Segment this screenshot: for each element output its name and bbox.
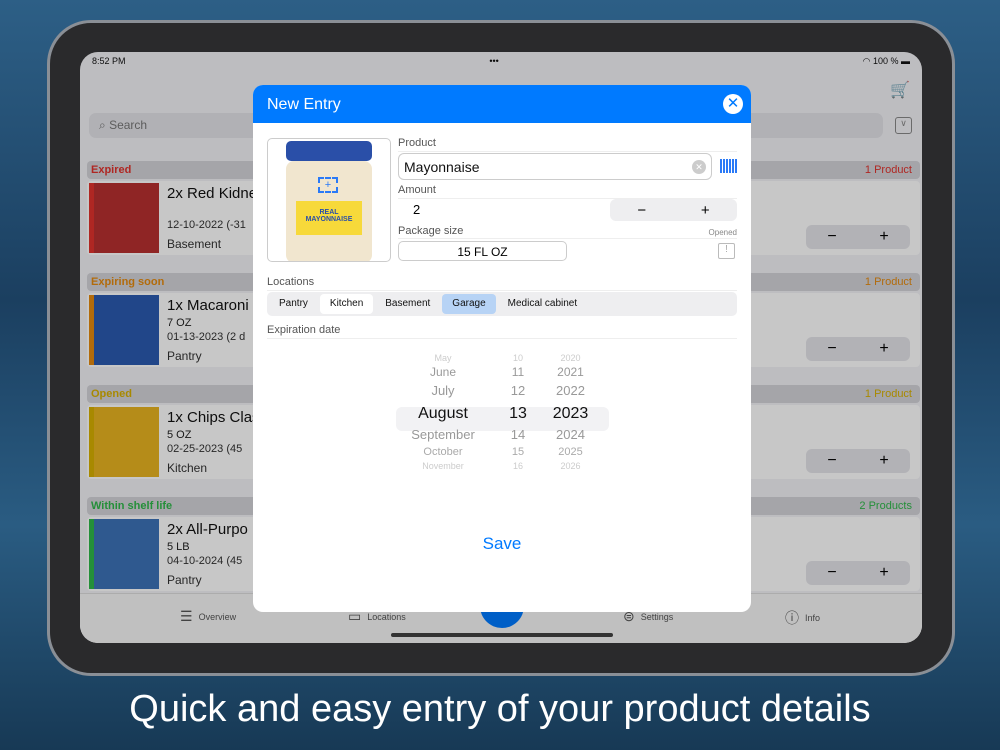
clear-icon[interactable]: ✕: [692, 160, 706, 174]
date-picker[interactable]: May 10 2020 June 11 2021 July 12 2022 Au…: [393, 353, 613, 483]
picker-row[interactable]: July 12 2022: [393, 383, 613, 398]
dialog-header: New Entry ✕: [253, 85, 751, 123]
expiration-date-label: Expiration date: [267, 324, 341, 336]
picker-row[interactable]: October 15 2025: [393, 446, 613, 458]
new-entry-dialog: New Entry ✕ REAL MAYONNAISE + Product Ma…: [253, 85, 751, 612]
opened-toggle[interactable]: !: [718, 243, 735, 259]
home-indicator: [391, 633, 613, 637]
picker-row[interactable]: September 14 2024: [393, 427, 613, 442]
dialog-title: New Entry: [267, 96, 341, 113]
package-size-input[interactable]: 15 FL OZ: [398, 241, 567, 261]
locations-segmented-control: Pantry Kitchen Basement Garage Medical cabin…: [267, 292, 737, 316]
location-option[interactable]: Medical cabinet: [498, 294, 587, 314]
image-label: REAL MAYONNAISE: [296, 201, 362, 235]
picker-row[interactable]: May 10 2020: [393, 353, 613, 363]
camera-focus-icon: +: [318, 177, 338, 193]
decrement-button[interactable]: −: [637, 202, 646, 219]
location-option[interactable]: Basement: [375, 294, 440, 314]
package-size-label: Package size: [398, 225, 464, 237]
picker-row[interactable]: November 16 2026: [393, 461, 613, 471]
product-image[interactable]: REAL MAYONNAISE +: [267, 138, 391, 262]
location-option[interactable]: Kitchen: [319, 294, 374, 314]
amount-label: Amount: [398, 184, 436, 196]
amount-value[interactable]: 2: [413, 202, 420, 217]
product-label: Product: [398, 137, 436, 149]
picker-row[interactable]: August 13 2023: [393, 405, 613, 423]
barcode-scan-button[interactable]: [720, 159, 738, 173]
caption: Quick and easy entry of your product det…: [129, 688, 871, 730]
save-button[interactable]: Save: [253, 534, 751, 554]
opened-label: Opened: [708, 228, 737, 237]
picker-row[interactable]: June 11 2021: [393, 365, 613, 379]
locations-label: Locations: [267, 276, 315, 288]
amount-stepper[interactable]: − +: [610, 199, 737, 221]
location-option[interactable]: Pantry: [269, 294, 318, 314]
location-option[interactable]: Garage: [442, 294, 496, 314]
product-input[interactable]: Mayonnaise ✕: [398, 153, 712, 180]
close-button[interactable]: ✕: [723, 94, 743, 114]
increment-button[interactable]: +: [701, 202, 710, 219]
